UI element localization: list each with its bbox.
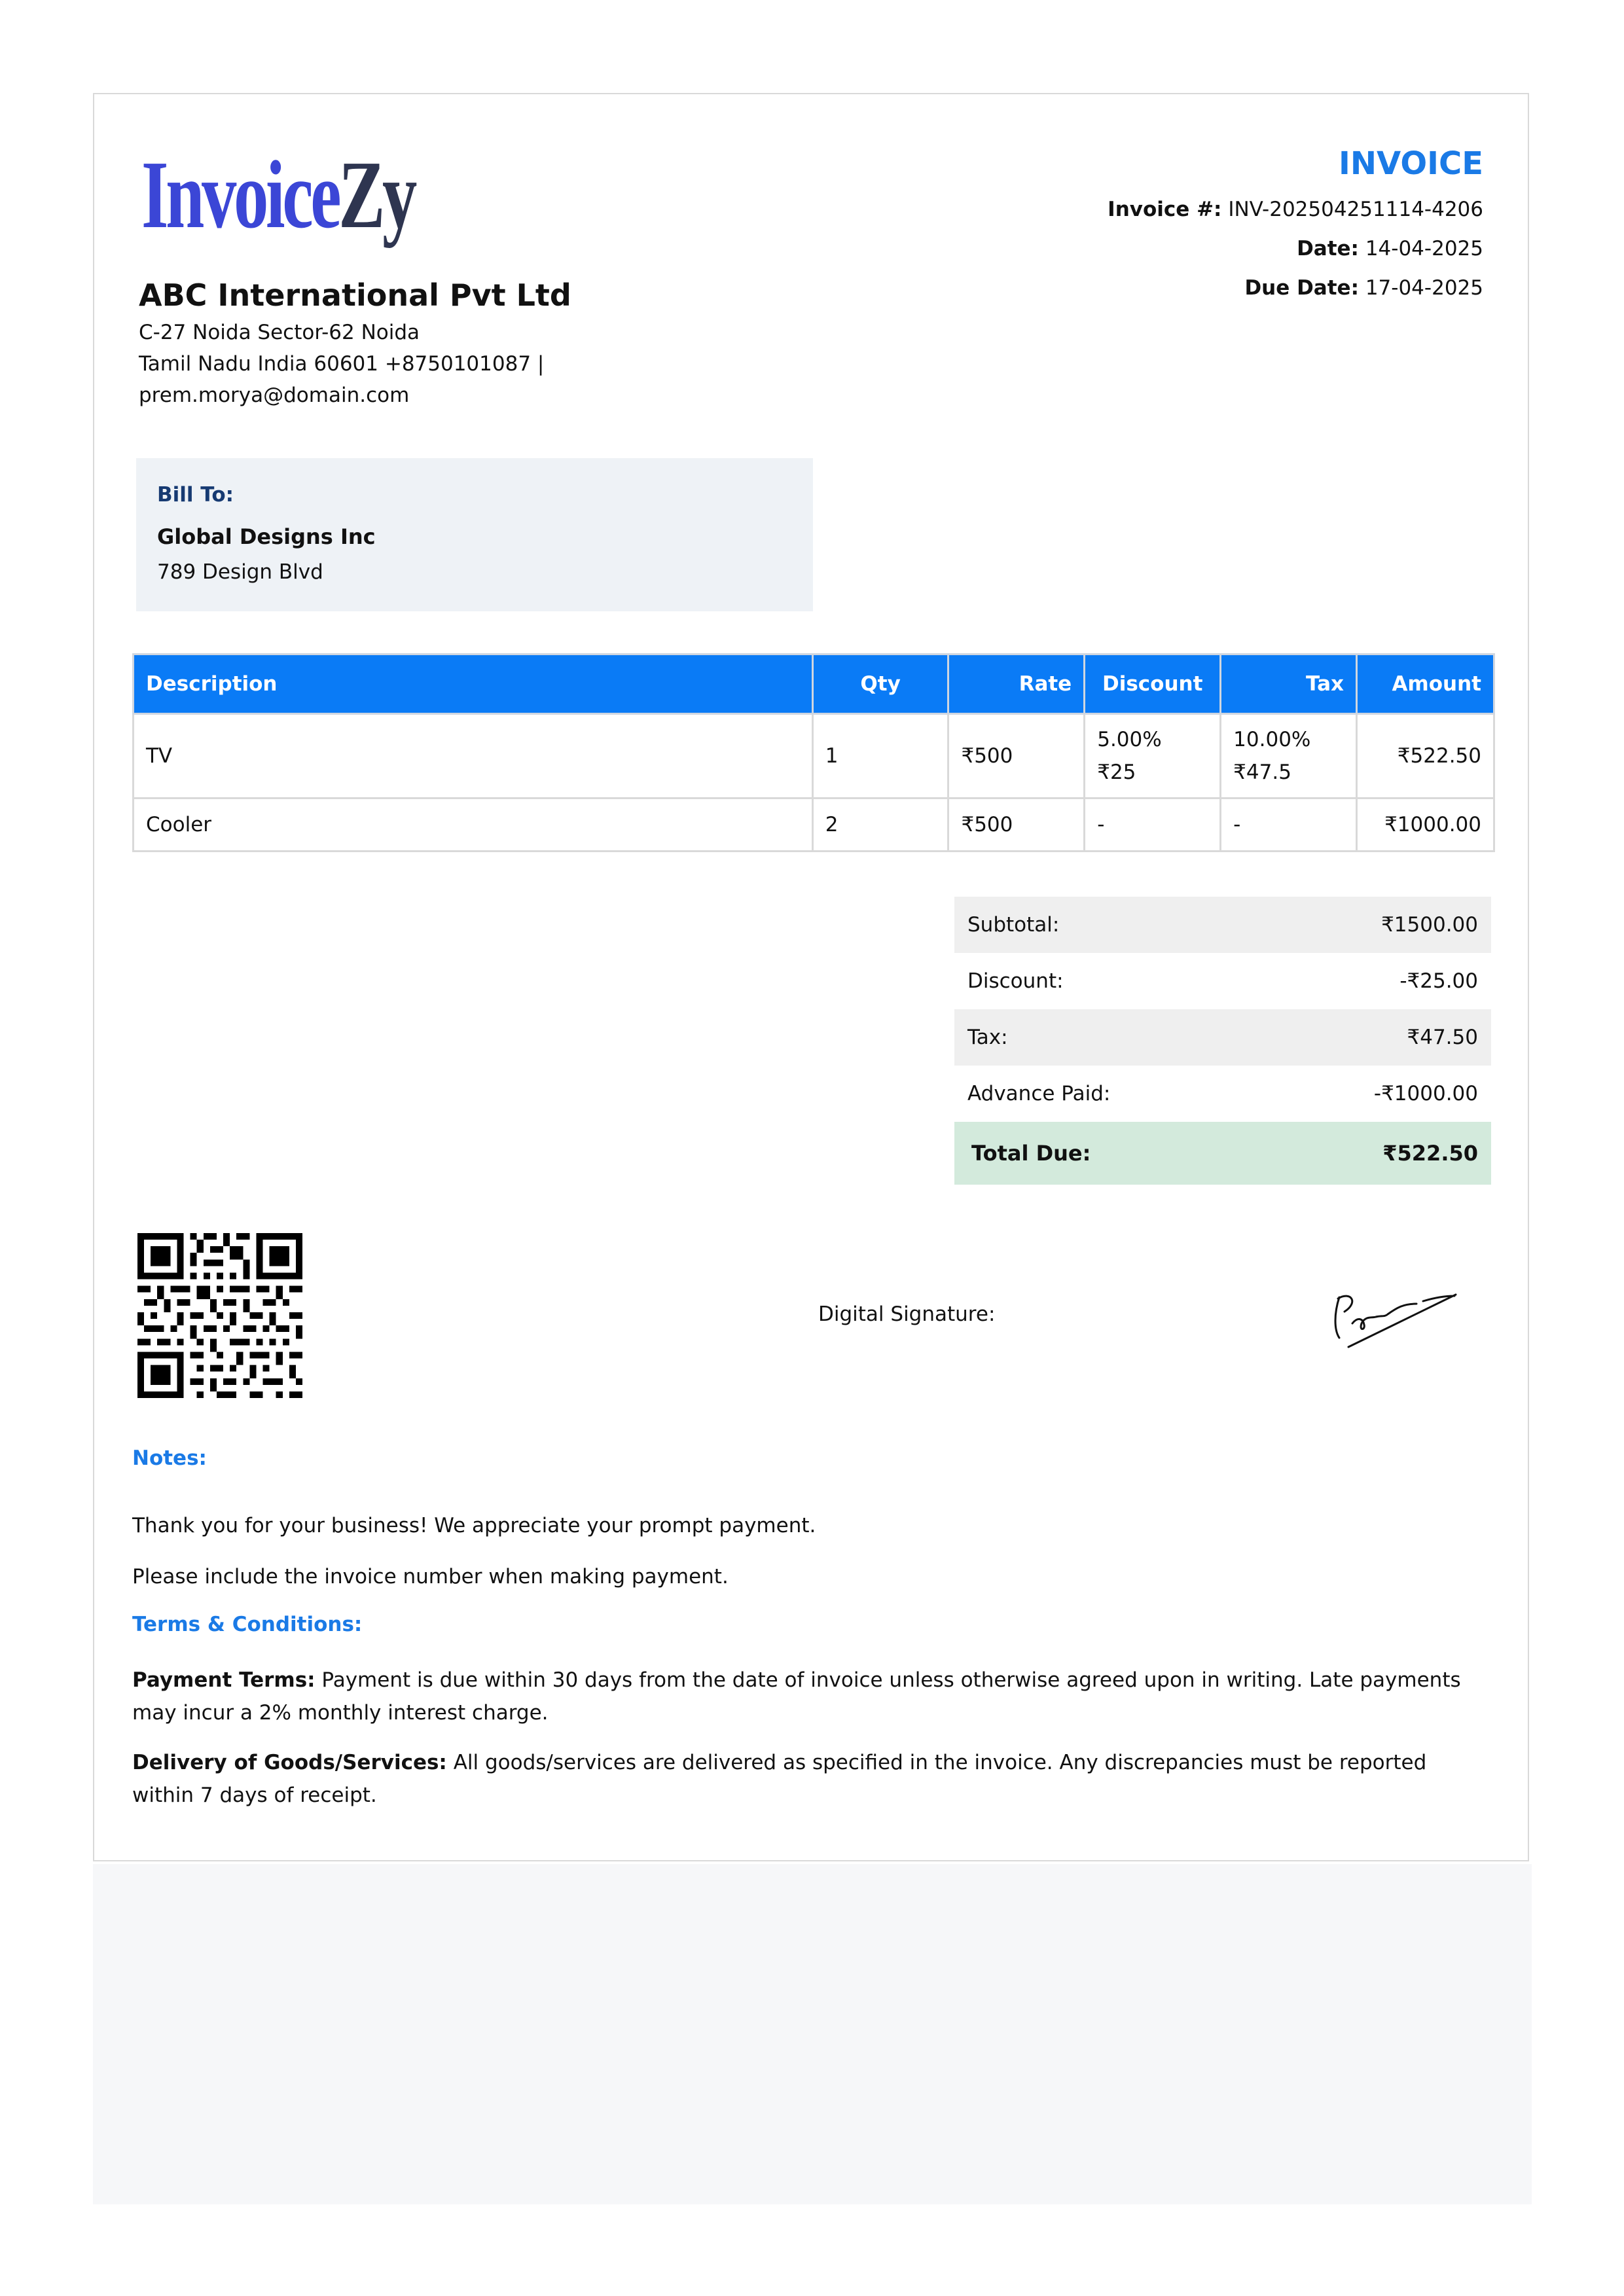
bill-to-address: 789 Design Blvd <box>157 560 323 584</box>
cell-amount: ₹1000.00 <box>1356 797 1495 852</box>
total-due-value: ₹522.50 <box>1382 1141 1478 1166</box>
header-rate: Rate <box>947 653 1086 715</box>
header-amount: Amount <box>1356 653 1495 715</box>
table-row: TV 1 ₹500 5.00% ₹25 10.00% ₹47.5 ₹522.50 <box>132 713 1495 799</box>
cell-qty: 2 <box>811 797 950 852</box>
digital-signature-label: Digital Signature: <box>818 1302 996 1326</box>
company-address-line1: C-27 Noida Sector-62 Noida <box>139 321 420 344</box>
company-address-line2: Tamil Nadu India 60601 +8750101087 | <box>139 352 545 376</box>
bill-to-label: Bill To: <box>157 483 234 507</box>
notes-line: Please include the invoice number when m… <box>132 1565 729 1588</box>
handwritten-signature <box>1334 1293 1457 1348</box>
header-qty: Qty <box>811 653 950 715</box>
tax-value: ₹47.50 <box>1407 1026 1478 1049</box>
invoice-date: Date: 14-04-2025 <box>1297 237 1483 260</box>
total-due-label: Total Due: <box>971 1141 1091 1166</box>
items-table: Description Qty Rate Discount Tax Amount… <box>132 653 1495 852</box>
bill-to-box: Bill To: Global Designs Inc 789 Design B… <box>136 458 813 611</box>
cell-qty: 1 <box>811 713 950 799</box>
notes-heading: Notes: <box>132 1446 207 1470</box>
cell-tax: - <box>1219 797 1358 852</box>
qr-code <box>137 1233 302 1398</box>
header-tax: Tax <box>1219 653 1358 715</box>
invoice-page: InvoiceZy ABC International Pvt Ltd C-27… <box>93 93 1529 1861</box>
tax-row: Tax: ₹47.50 <box>954 1009 1491 1066</box>
cell-amount: ₹522.50 <box>1356 713 1495 799</box>
header-description: Description <box>132 653 814 715</box>
total-due-row: Total Due: ₹522.50 <box>954 1122 1491 1185</box>
tax-label: Tax: <box>967 1026 1008 1049</box>
subtotal-value: ₹1500.00 <box>1381 913 1478 937</box>
cell-description: TV <box>132 713 814 799</box>
discount-row: Discount: -₹25.00 <box>954 953 1491 1009</box>
cell-tax: 10.00% ₹47.5 <box>1219 713 1358 799</box>
table-header-row: Description Qty Rate Discount Tax Amount <box>132 653 1495 715</box>
discount-label: Discount: <box>967 969 1064 993</box>
invoice-title: INVOICE <box>1338 145 1483 182</box>
cell-description: Cooler <box>132 797 814 852</box>
company-logo: InvoiceZy <box>141 141 417 249</box>
notes-line: Thank you for your business! We apprecia… <box>132 1514 816 1537</box>
bill-to-name: Global Designs Inc <box>157 524 376 549</box>
advance-value: -₹1000.00 <box>1373 1082 1478 1105</box>
company-name: ABC International Pvt Ltd <box>139 278 571 313</box>
invoice-due-date: Due Date: 17-04-2025 <box>1244 276 1483 300</box>
advance-row: Advance Paid: -₹1000.00 <box>954 1066 1491 1122</box>
subtotal-row: Subtotal: ₹1500.00 <box>954 897 1491 953</box>
table-row: Cooler 2 ₹500 - - ₹1000.00 <box>132 797 1495 852</box>
terms-heading: Terms & Conditions: <box>132 1613 363 1636</box>
page-background-lower <box>93 1864 1532 2204</box>
invoice-number: Invoice #: INV-202504251114-4206 <box>1108 198 1483 221</box>
cell-discount: 5.00% ₹25 <box>1083 713 1222 799</box>
cell-discount: - <box>1083 797 1222 852</box>
cell-rate: ₹500 <box>947 713 1086 799</box>
subtotal-label: Subtotal: <box>967 913 1060 937</box>
header-discount: Discount <box>1083 653 1222 715</box>
advance-label: Advance Paid: <box>967 1082 1111 1105</box>
payment-terms: Payment Terms: Payment is due within 30 … <box>132 1668 1461 1725</box>
totals-summary: Subtotal: ₹1500.00 Discount: -₹25.00 Tax… <box>954 897 1491 1185</box>
company-email: prem.morya@domain.com <box>139 384 410 407</box>
discount-value: -₹25.00 <box>1399 969 1478 993</box>
cell-rate: ₹500 <box>947 797 1086 852</box>
delivery-terms: Delivery of Goods/Services: All goods/se… <box>132 1751 1427 1807</box>
